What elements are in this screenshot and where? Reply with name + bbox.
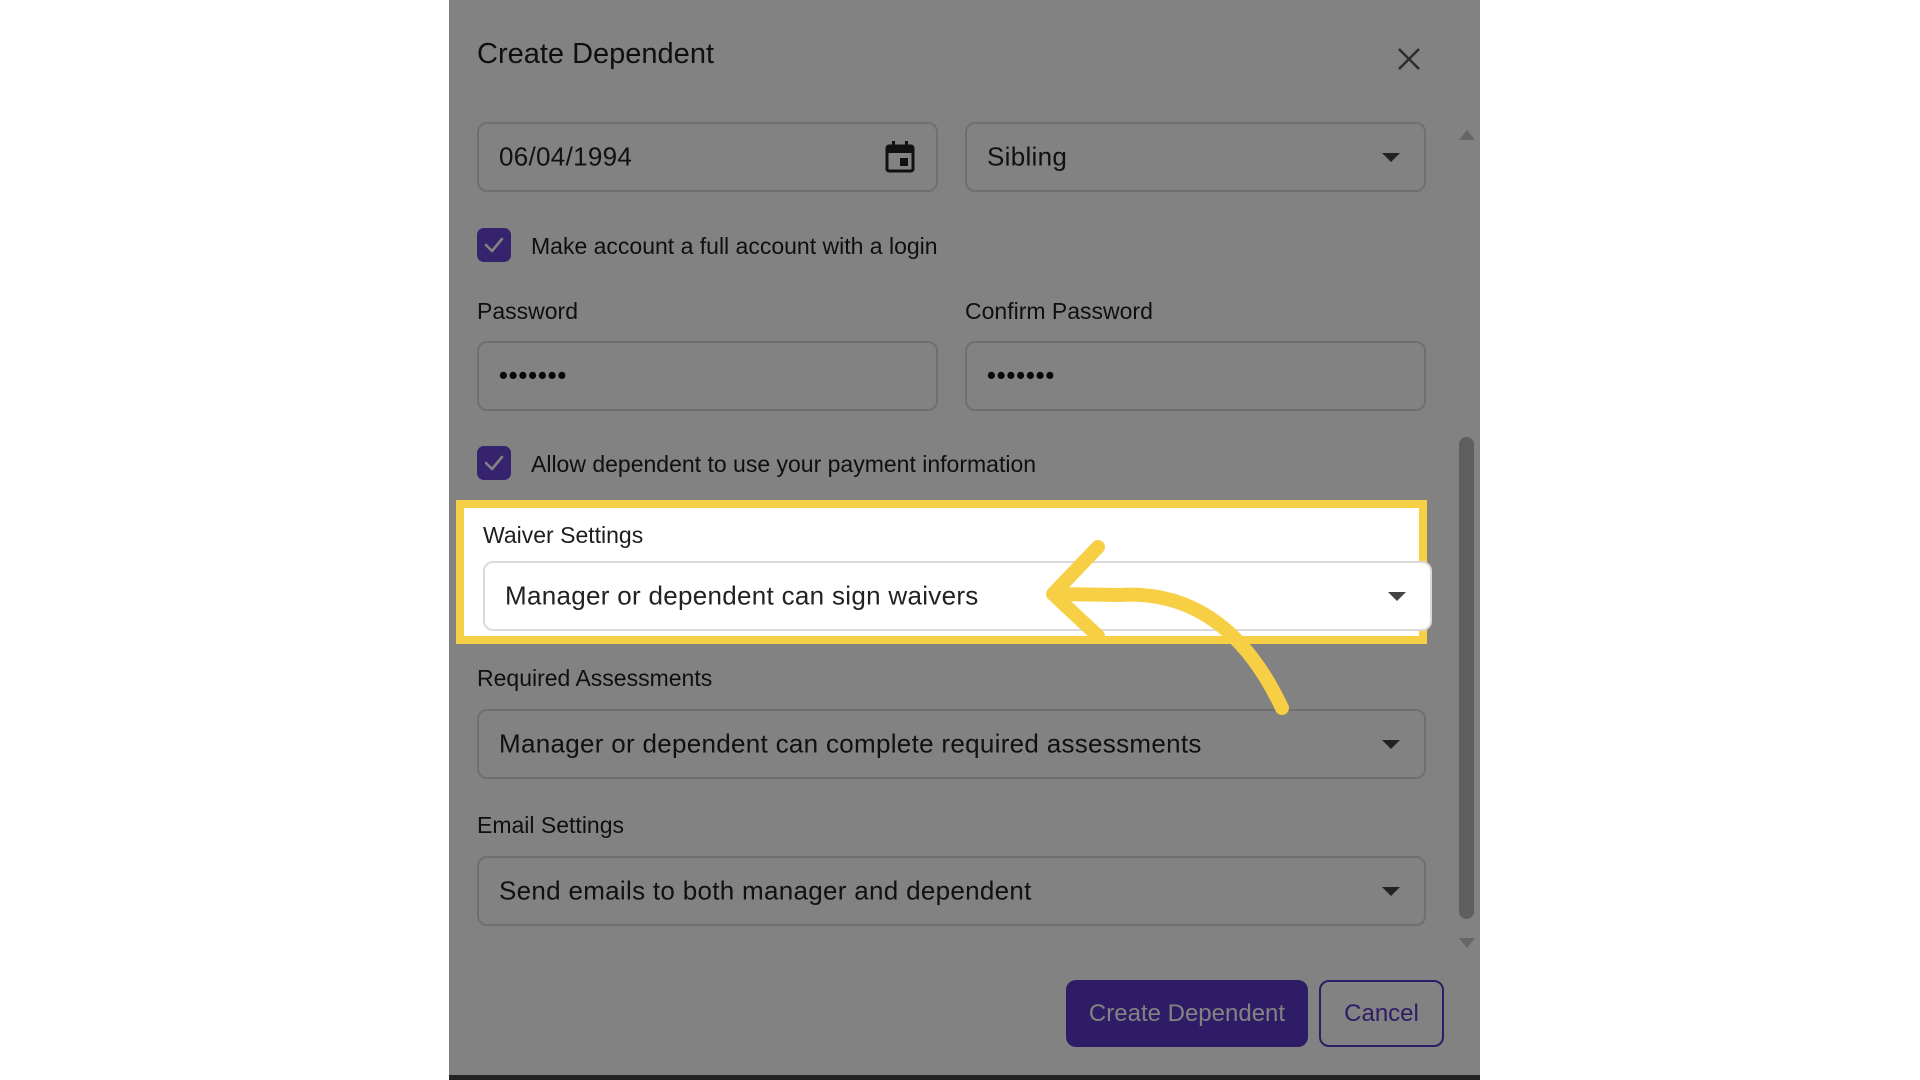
modal-title: Create Dependent bbox=[477, 38, 714, 70]
chevron-down-icon bbox=[1382, 887, 1400, 896]
assessments-select[interactable]: Manager or dependent can complete requir… bbox=[477, 709, 1426, 779]
birthdate-field[interactable]: 06/04/1994 bbox=[477, 122, 938, 192]
waiver-settings-label: Waiver Settings bbox=[483, 522, 644, 548]
password-label: Password bbox=[477, 298, 578, 324]
payment-info-checkbox[interactable] bbox=[477, 446, 511, 480]
full-account-label: Make account a full account with a login bbox=[531, 233, 938, 259]
modal-bottom-edge bbox=[449, 1075, 1480, 1080]
email-settings-label: Email Settings bbox=[477, 812, 625, 838]
cancel-button[interactable]: Cancel bbox=[1319, 980, 1444, 1047]
relationship-select[interactable]: Sibling bbox=[965, 122, 1426, 192]
chevron-down-icon bbox=[1382, 153, 1400, 162]
relationship-value: Sibling bbox=[987, 141, 1068, 172]
waiver-settings-select[interactable]: Manager or dependent can sign waivers bbox=[483, 561, 1432, 631]
birthdate-value: 06/04/1994 bbox=[499, 141, 633, 172]
scroll-up-arrow-icon[interactable] bbox=[1459, 130, 1475, 140]
waiver-settings-highlight: Waiver Settings Manager or dependent can… bbox=[456, 500, 1432, 644]
close-icon[interactable] bbox=[1397, 47, 1421, 71]
confirm-password-value: ••••••• bbox=[987, 361, 1056, 390]
password-value: ••••••• bbox=[499, 361, 568, 390]
confirm-password-field[interactable]: ••••••• bbox=[965, 341, 1426, 411]
waiver-settings-value: Manager or dependent can sign waivers bbox=[505, 580, 979, 611]
scroll-down-arrow-icon[interactable] bbox=[1459, 938, 1475, 948]
create-dependent-button[interactable]: Create Dependent bbox=[1066, 980, 1308, 1047]
check-icon bbox=[484, 455, 504, 471]
confirm-password-label: Confirm Password bbox=[965, 298, 1153, 324]
password-field[interactable]: ••••••• bbox=[477, 341, 938, 411]
scrollbar-thumb[interactable] bbox=[1459, 437, 1474, 919]
email-settings-select[interactable]: Send emails to both manager and dependen… bbox=[477, 856, 1426, 926]
check-icon bbox=[484, 237, 504, 253]
payment-info-label: Allow dependent to use your payment info… bbox=[531, 451, 1037, 477]
assessments-label: Required Assessments bbox=[477, 665, 713, 691]
chevron-down-icon bbox=[1388, 592, 1406, 601]
email-settings-value: Send emails to both manager and dependen… bbox=[499, 875, 1032, 906]
chevron-down-icon bbox=[1382, 740, 1400, 749]
assessments-value: Manager or dependent can complete requir… bbox=[499, 728, 1202, 759]
full-account-checkbox[interactable] bbox=[477, 228, 511, 262]
calendar-icon[interactable] bbox=[884, 140, 916, 174]
